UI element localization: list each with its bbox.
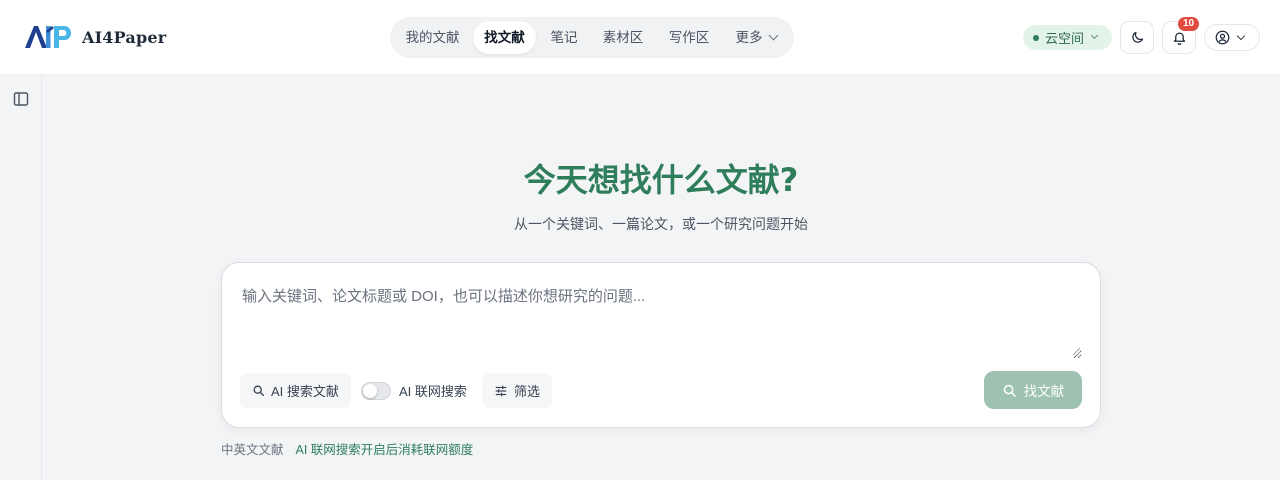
filter-label: 筛选: [514, 384, 541, 399]
cloud-space-selector[interactable]: 云空间: [1023, 25, 1112, 50]
aip-logo-icon: [25, 26, 71, 48]
search-icon: [253, 385, 265, 397]
toggle-switch[interactable]: [361, 381, 391, 400]
find-papers-label: 找文献: [1023, 384, 1065, 399]
resize-handle-icon[interactable]: [1072, 347, 1081, 356]
chevron-down-icon: [1090, 31, 1099, 40]
search-footnote: 中英文文献 AI 联网搜索开启后消耗联网额度: [221, 439, 473, 458]
notification-badge: 10: [1178, 17, 1199, 31]
chevron-down-icon: [768, 30, 778, 41]
web-search-label: AI 联网搜索: [399, 384, 467, 399]
main-nav: 我的文献 找文献 笔记 素材区 写作区 更多: [390, 17, 794, 58]
filter-button[interactable]: 筛选: [482, 373, 553, 408]
filter-sliders-icon: [495, 385, 507, 396]
nav-my-papers[interactable]: 我的文献: [395, 21, 470, 54]
bell-icon: [1173, 32, 1185, 45]
nav-find-papers[interactable]: 找文献: [473, 21, 536, 54]
search-input[interactable]: [242, 285, 1082, 359]
find-papers-submit-button[interactable]: 找文献: [984, 371, 1082, 409]
moon-icon: [1131, 31, 1143, 43]
footnote-web-quota: AI 联网搜索开启后消耗联网额度: [295, 443, 474, 457]
search-icon: [1003, 384, 1016, 397]
cloud-space-label: 云空间: [1045, 31, 1085, 46]
chevron-down-icon: [1236, 31, 1246, 40]
nav-notes[interactable]: 笔记: [542, 21, 586, 54]
toggle-knob: [363, 383, 377, 398]
theme-toggle-button[interactable]: [1120, 21, 1154, 54]
search-card: AI 搜索文献 AI 联网搜索 筛选 找文献: [221, 262, 1101, 428]
nav-more[interactable]: 更多: [726, 21, 786, 54]
ai-search-label: AI 搜索文献: [271, 384, 339, 399]
user-circle-icon: [1215, 30, 1230, 45]
brand[interactable]: AI4Paper: [24, 24, 166, 50]
sidebar: [0, 75, 42, 480]
nav-writing[interactable]: 写作区: [658, 21, 720, 54]
top-header: AI4Paper 我的文献 找文献 笔记 素材区 写作区 更多 云空间 10: [0, 0, 1280, 75]
page-headline: 今天想找什么文献?: [523, 161, 799, 199]
footnote-languages: 中英文文献: [221, 443, 284, 457]
nav-materials[interactable]: 素材区: [592, 21, 654, 54]
user-menu-button[interactable]: [1204, 24, 1260, 51]
ai-search-button[interactable]: AI 搜索文献: [240, 373, 351, 408]
nav-more-label: 更多: [735, 30, 763, 45]
sidebar-panel-icon[interactable]: [13, 91, 29, 107]
brand-name: AI4Paper: [82, 27, 167, 47]
page-subtitle: 从一个关键词、一篇论文，或一个研究问题开始: [514, 216, 808, 232]
web-search-toggle[interactable]: AI 联网搜索: [361, 373, 467, 408]
status-dot: [1033, 34, 1039, 41]
